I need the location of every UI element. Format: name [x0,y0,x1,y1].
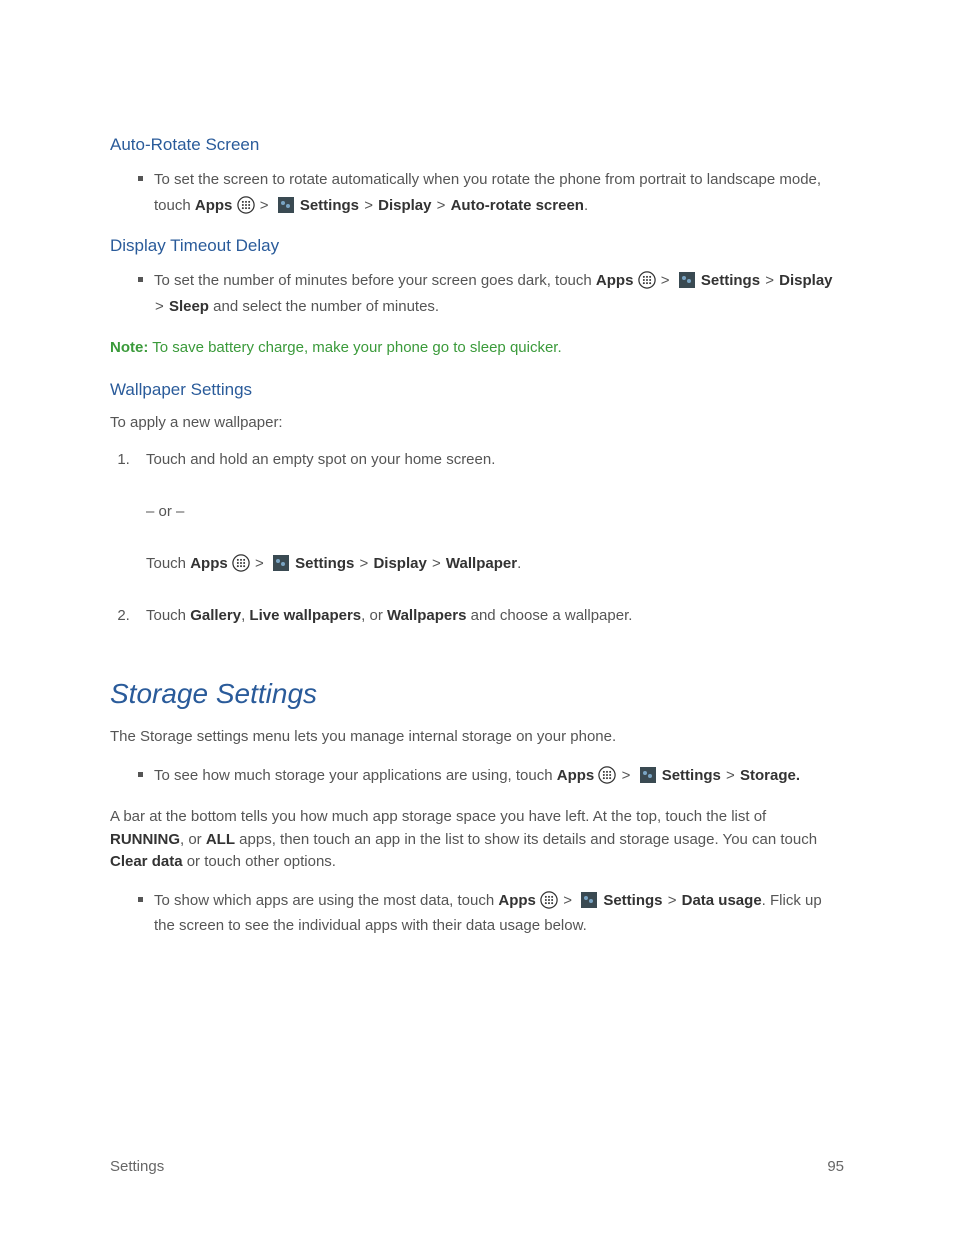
separator: > [660,272,671,289]
settings-label: Settings [701,272,760,289]
display-label: Display [373,555,426,572]
datausage-label: Data usage [682,892,762,909]
text: Touch [146,555,190,572]
gallery-label: Gallery [190,607,241,624]
apps-label: Apps [190,555,228,572]
separator: > [431,555,442,572]
wallpaper-steps: Touch and hold an empty spot on your hom… [110,448,844,628]
separator: > [764,272,775,289]
apps-icon [598,766,616,784]
footer-left: Settings [110,1158,164,1175]
display-label: Display [779,272,832,289]
apps-icon [638,271,656,289]
text: . [517,555,521,572]
settings-label: Settings [603,892,662,909]
storage-intro: The Storage settings menu lets you manag… [110,726,844,749]
cleardata-label: Clear data [110,853,183,870]
separator: > [436,197,447,214]
or-text: – or – [146,500,844,524]
list-item: Touch and hold an empty spot on your hom… [134,448,844,576]
settings-icon [679,272,695,288]
settings-label: Settings [295,555,354,572]
apps-icon [237,196,255,214]
settings-icon [273,555,289,571]
text: and choose a wallpaper. [466,607,632,624]
page-footer: Settings 95 [110,1158,844,1175]
alt-step: Touch Apps > Settings > Display > Wallpa… [146,552,844,576]
note-text: To save battery charge, make your phone … [148,339,561,356]
list-item: To set the number of minutes before your… [138,268,844,319]
text: Touch [146,607,190,624]
storage-list-1: To see how much storage your application… [110,763,844,789]
heading-wallpaper: Wallpaper Settings [110,380,844,400]
storage-list-2: To show which apps are using the most da… [110,888,844,939]
separator: > [154,298,165,315]
separator: > [562,892,573,909]
apps-icon [232,554,250,572]
text: apps, then touch an app in the list to s… [235,831,817,848]
live-label: Live wallpapers [249,607,361,624]
settings-icon [278,197,294,213]
all-label: ALL [206,831,235,848]
wallpapers-label: Wallpapers [387,607,466,624]
settings-icon [581,892,597,908]
text: or touch other options. [183,853,336,870]
text: and select the number of minutes. [209,298,439,315]
separator: > [363,197,374,214]
list-item: To see how much storage your application… [138,763,844,789]
text: Touch and hold an empty spot on your hom… [146,451,495,468]
display-label: Display [378,197,431,214]
wallpaper-label: Wallpaper [446,555,517,572]
footer-page-number: 95 [827,1158,844,1175]
autorotate-label: Auto-rotate screen [451,197,584,214]
text: , or [361,607,387,624]
heading-storage: Storage Settings [110,678,844,710]
sleep-label: Sleep [169,298,209,315]
note: Note: To save battery charge, make your … [110,337,844,360]
list-item: To set the screen to rotate automaticall… [138,167,844,218]
settings-label: Settings [300,197,359,214]
apps-label: Apps [195,197,233,214]
running-label: RUNNING [110,831,180,848]
apps-label: Apps [557,767,595,784]
separator: > [725,767,736,784]
timeout-list: To set the number of minutes before your… [110,268,844,319]
heading-timeout: Display Timeout Delay [110,236,844,256]
settings-label: Settings [662,767,721,784]
apps-label: Apps [596,272,634,289]
apps-icon [540,891,558,909]
heading-auto-rotate: Auto-Rotate Screen [110,135,844,155]
separator: > [621,767,632,784]
wallpaper-intro: To apply a new wallpaper: [110,412,844,435]
separator: > [254,555,265,572]
list-item: To show which apps are using the most da… [138,888,844,939]
auto-rotate-list: To set the screen to rotate automaticall… [110,167,844,218]
storage-label: Storage. [740,767,800,784]
text: To see how much storage your application… [154,767,557,784]
list-item: Touch Gallery, Live wallpapers, or Wallp… [134,604,844,628]
text: . [584,197,588,214]
text: To set the number of minutes before your… [154,272,596,289]
text: A bar at the bottom tells you how much a… [110,808,766,825]
text: To show which apps are using the most da… [154,892,498,909]
separator: > [359,555,370,572]
settings-icon [640,767,656,783]
apps-label: Apps [498,892,536,909]
separator: > [259,197,270,214]
storage-para2: A bar at the bottom tells you how much a… [110,806,844,874]
note-label: Note: [110,339,148,356]
separator: > [667,892,678,909]
text: , or [180,831,206,848]
